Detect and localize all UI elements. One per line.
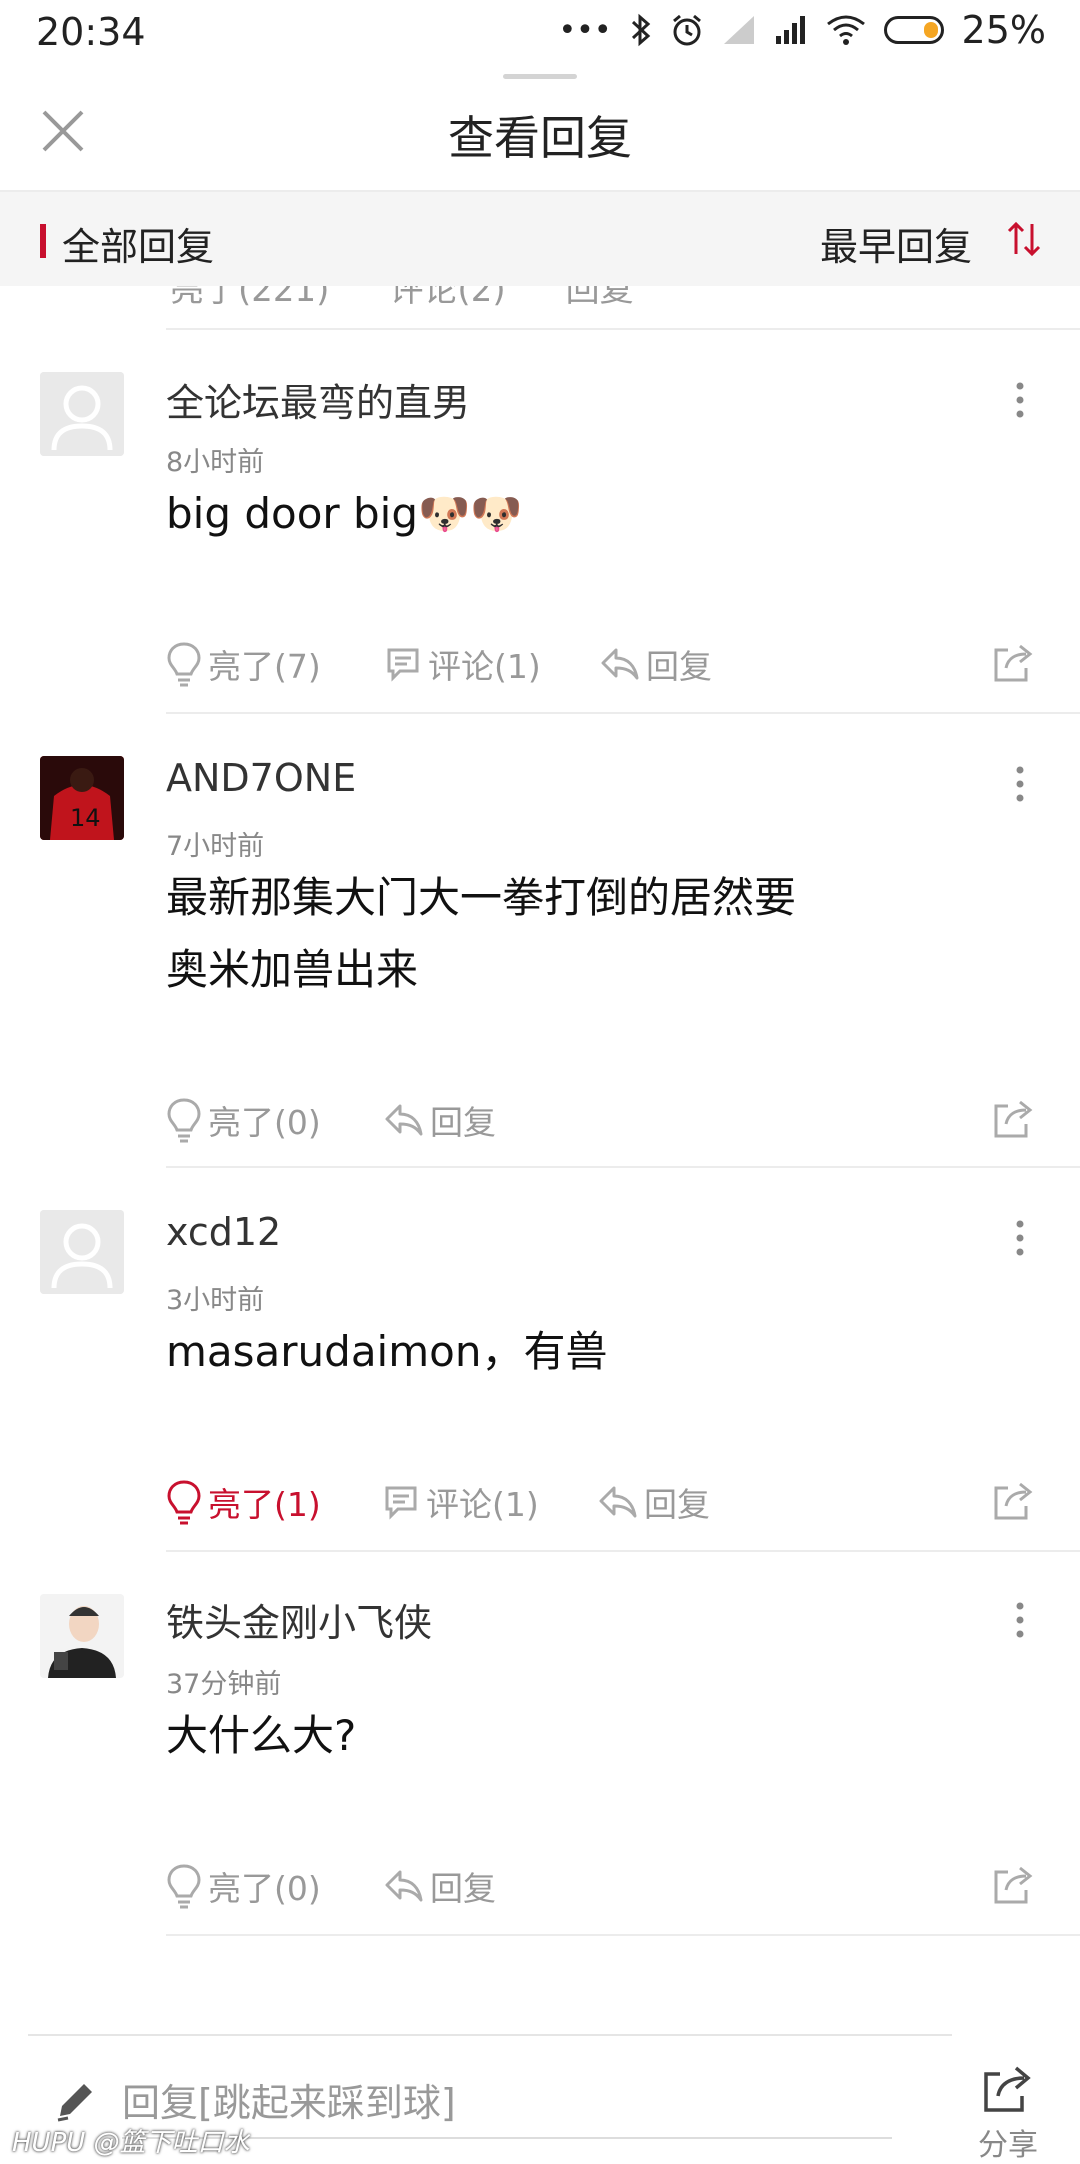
- reply-label: 回复: [430, 1869, 496, 1908]
- reply-button[interactable]: 回复: [600, 636, 712, 692]
- comment-actions: 亮了(7) 评论(1) 回复: [166, 636, 1066, 692]
- reply-button[interactable]: 回复: [566, 286, 634, 311]
- comment-body: 大什么大?: [166, 1711, 357, 1760]
- comment-icon: [387, 648, 419, 682]
- divider: [28, 2034, 952, 2036]
- svg-text:14: 14: [70, 804, 101, 832]
- pencil-icon[interactable]: [52, 2076, 100, 2124]
- status-icons: ••• 25%: [558, 8, 1046, 52]
- comment-actions: 亮了(0) 回复: [166, 1092, 1066, 1148]
- more-options-icon[interactable]: [1008, 1218, 1032, 1258]
- comment-item: 全论坛最弯的直男 8小时前 big door big🐶🐶 亮了(7) 评论(1)…: [0, 330, 1080, 712]
- previous-comment-actions: 亮了(221) 评论(2) 回复: [0, 286, 1080, 330]
- comment-item: 14 AND7ONE 7小时前 最新那集大门大一拳打倒的居然要 奥米加兽出来 亮…: [0, 714, 1080, 1166]
- more-options-icon[interactable]: [1008, 764, 1032, 804]
- share-icon[interactable]: [992, 1862, 1036, 1906]
- username[interactable]: 全论坛最弯的直男: [166, 372, 470, 427]
- watermark: HUPU @篮下吐口水: [12, 2128, 250, 2158]
- comment-count: 评论(1): [428, 647, 541, 686]
- timestamp: 3小时前: [166, 1285, 265, 1316]
- battery-icon: [883, 16, 944, 44]
- reply-button[interactable]: 回复: [384, 1858, 496, 1914]
- lightbulb-icon: [167, 642, 201, 687]
- like-count: 亮了(1): [208, 1485, 321, 1524]
- reply-label: 回复: [644, 1485, 710, 1524]
- reply-label: 回复: [430, 1103, 496, 1142]
- comment-button[interactable]: 评论(1): [384, 636, 541, 692]
- username[interactable]: xcd12: [166, 1210, 281, 1254]
- share-icon[interactable]: [992, 1478, 1036, 1522]
- comment-body: masarudaimon，有兽: [166, 1327, 608, 1376]
- like-button[interactable]: 亮了(1): [166, 1474, 321, 1530]
- reply-button[interactable]: 回复: [598, 1474, 710, 1530]
- share-icon[interactable]: [992, 1096, 1036, 1140]
- reply-icon: [601, 648, 639, 680]
- signal-icon: [775, 16, 805, 44]
- user-photo-icon: 14: [40, 756, 124, 840]
- comment-body: 最新那集大门大一拳打倒的居然要 奥米加兽出来: [166, 862, 926, 1006]
- status-time: 20:34: [36, 10, 146, 54]
- like-button[interactable]: 亮了(221): [170, 286, 329, 311]
- alarm-icon: [672, 14, 701, 46]
- username[interactable]: AND7ONE: [166, 756, 356, 800]
- timestamp: 8小时前: [166, 447, 265, 478]
- username[interactable]: 铁头金刚小飞侠: [166, 1592, 432, 1647]
- comment-item: xcd12 3小时前 masarudaimon，有兽 亮了(1) 评论(1) 回…: [0, 1168, 1080, 1550]
- comment-icon: [385, 1486, 417, 1520]
- avatar[interactable]: 14: [40, 756, 124, 840]
- battery-percent: 25%: [961, 8, 1046, 52]
- comment-actions: 亮了(0) 回复: [166, 1858, 1066, 1914]
- replies-section-bar: 全部回复 最早回复: [0, 192, 1080, 286]
- share-label[interactable]: 分享: [978, 2120, 1038, 2164]
- page-header: 查看回复: [0, 80, 1080, 192]
- like-button[interactable]: 亮了(7): [166, 636, 321, 692]
- reply-icon: [385, 1870, 423, 1902]
- more-dots-icon: •••: [558, 12, 612, 48]
- timestamp: 37分钟前: [166, 1669, 282, 1700]
- page-title: 查看回复: [448, 111, 632, 165]
- all-replies-label: 全部回复: [62, 225, 215, 269]
- like-count: 亮了(7): [208, 647, 321, 686]
- comment-body: big door big🐶🐶: [166, 489, 523, 538]
- like-button[interactable]: 亮了(0): [166, 1858, 321, 1914]
- more-options-icon[interactable]: [1008, 1600, 1032, 1640]
- avatar[interactable]: [40, 372, 124, 456]
- reply-button[interactable]: 回复: [384, 1092, 496, 1148]
- reply-icon: [599, 1486, 637, 1518]
- section-accent-bar: [40, 224, 46, 258]
- avatar[interactable]: [40, 1594, 124, 1678]
- timestamp: 7小时前: [166, 831, 265, 862]
- like-count: 亮了(0): [208, 1103, 321, 1142]
- comment-body-line: 奥米加兽出来: [166, 945, 419, 994]
- wifi-icon: [826, 15, 865, 45]
- share-icon[interactable]: [980, 2060, 1036, 2116]
- bluetooth-icon: [631, 13, 650, 47]
- comment-count: 评论(1): [426, 1485, 539, 1524]
- comment-actions: 亮了(1) 评论(1) 回复: [166, 1474, 1066, 1530]
- sort-button[interactable]: 最早回复: [820, 216, 972, 271]
- default-avatar-icon: [40, 372, 124, 456]
- comment-body-line: 最新那集大门大一拳打倒的居然要: [166, 873, 797, 922]
- default-avatar-icon: [40, 1210, 124, 1294]
- like-count: 亮了(0): [208, 1869, 321, 1908]
- sheet-grabber[interactable]: [503, 74, 577, 79]
- comment-item: 铁头金刚小飞侠 37分钟前 大什么大? 亮了(0) 回复: [0, 1552, 1080, 1934]
- divider: [166, 1934, 1080, 1936]
- user-photo-icon: [40, 1594, 124, 1678]
- share-icon[interactable]: [992, 640, 1036, 684]
- comment-button[interactable]: 评论(2): [389, 286, 505, 311]
- more-options-icon[interactable]: [1008, 380, 1032, 420]
- comment-button[interactable]: 评论(1): [382, 1474, 539, 1530]
- avatar[interactable]: [40, 1210, 124, 1294]
- status-bar: 20:34 ••• 25%: [0, 0, 1080, 70]
- lightbulb-lit-icon: [167, 1480, 201, 1525]
- signal-empty-icon: [723, 16, 754, 44]
- sort-icon[interactable]: [1006, 220, 1042, 258]
- lightbulb-icon: [167, 1098, 201, 1143]
- reply-label: 回复: [646, 647, 712, 686]
- reply-icon: [385, 1104, 423, 1136]
- lightbulb-icon: [167, 1864, 201, 1909]
- like-button[interactable]: 亮了(0): [166, 1092, 321, 1148]
